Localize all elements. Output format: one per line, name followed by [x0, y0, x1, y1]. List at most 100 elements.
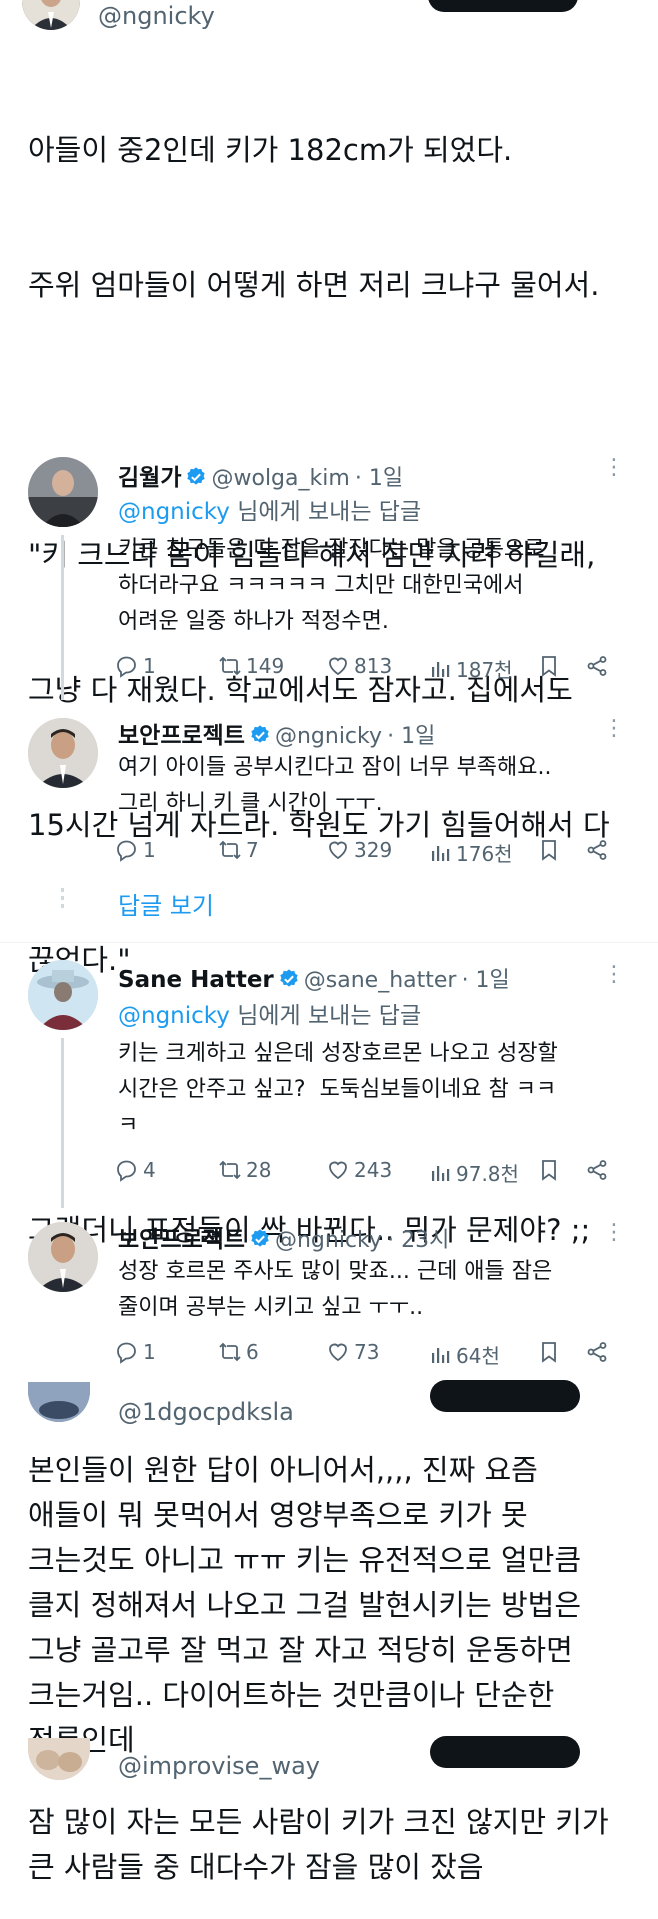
- reply-4-time[interactable]: · 23시: [387, 1228, 449, 1253]
- reply-2-handle[interactable]: @ngnicky: [275, 724, 382, 749]
- heart-icon: [329, 1343, 347, 1362]
- bookmark-icon[interactable]: [537, 838, 561, 862]
- reply-3-time[interactable]: · 1일: [462, 968, 510, 993]
- reply-4-handle[interactable]: @ngnicky: [275, 1228, 382, 1253]
- follow-button[interactable]: [430, 1736, 580, 1768]
- reply-2-header: 보안프로젝트 @ngnicky · 1일: [118, 716, 435, 750]
- views-count: 97.8천: [456, 1162, 519, 1186]
- verified-badge-icon: [251, 1229, 269, 1247]
- like-count: 329: [354, 838, 393, 862]
- more-icon[interactable]: ⋮: [603, 716, 626, 741]
- more-icon[interactable]: ⋮: [603, 1220, 626, 1245]
- verified-badge-icon: [187, 467, 206, 485]
- avatar-reply-1[interactable]: [28, 457, 98, 527]
- divider: [0, 942, 658, 943]
- reply-1-time[interactable]: · 1일: [355, 466, 403, 491]
- reply-to-suffix: 님에게 보내는 답글: [229, 1003, 422, 1029]
- comment-icon: [117, 656, 136, 678]
- comment-icon: [117, 1160, 136, 1182]
- like-count: 73: [354, 1340, 380, 1364]
- share-icon[interactable]: [585, 1340, 609, 1364]
- reply-2-body: 여기 아이들 공부시킨다고 잠이 너무 부족해요.. 그리 하니 키 클 시간이…: [118, 755, 552, 816]
- thread-line: [61, 1038, 64, 1208]
- reply-1-handle[interactable]: @wolga_kim: [211, 466, 349, 491]
- top-post-line: 아들이 중2인데 키가 182cm가 되었다.: [28, 133, 513, 167]
- like-count: 243: [354, 1158, 393, 1182]
- views-count: 187천: [456, 658, 513, 682]
- comment-button[interactable]: 1: [115, 654, 156, 678]
- share-icon[interactable]: [585, 838, 609, 862]
- reply-4-header: 보안프로젝트 @ngnicky · 23시: [118, 1220, 449, 1254]
- retweet-count: 149: [246, 654, 285, 678]
- top-post-line: 주위 엄마들이 어떻게 하면 저리 크냐구 물어서.: [28, 268, 600, 302]
- top-post-line: [28, 398, 638, 443]
- reply-1-header: 김월가 @wolga_kim · 1일: [118, 458, 403, 492]
- top-post-handle[interactable]: @ngnicky: [98, 2, 215, 30]
- thread-line: [61, 535, 64, 700]
- avatar-reply-3[interactable]: [28, 960, 98, 1030]
- avatar-post-3[interactable]: [28, 1738, 90, 1780]
- avatar-reply-4[interactable]: [28, 1222, 98, 1292]
- follow-button[interactable]: [428, 0, 578, 12]
- views-button[interactable]: 176천: [428, 838, 513, 867]
- comment-count: 1: [143, 654, 156, 678]
- views-button[interactable]: 64천: [428, 1340, 500, 1369]
- comment-button[interactable]: 1: [115, 1340, 156, 1364]
- like-button[interactable]: 813: [326, 654, 392, 678]
- reply-4-name[interactable]: 보안프로젝트: [118, 1227, 245, 1253]
- views-count: 64천: [456, 1344, 500, 1368]
- retweet-button[interactable]: 6: [218, 1340, 259, 1364]
- avatar-post-2[interactable]: [28, 1382, 90, 1422]
- heart-icon: [329, 657, 347, 676]
- views-icon: [432, 845, 450, 861]
- bookmark-icon[interactable]: [537, 1340, 561, 1364]
- retweet-count: 7: [246, 838, 259, 862]
- reply-to-suffix: 님에게 보내는 답글: [229, 499, 422, 525]
- post-2-text: 본인들이 원한 답이 아니어서,,,, 진짜 요즘 애들이 뭐 못먹어서 영양부…: [28, 1453, 582, 1757]
- like-button[interactable]: 329: [326, 838, 392, 862]
- more-icon[interactable]: ⋮: [603, 455, 626, 480]
- comment-count: 4: [143, 1158, 156, 1182]
- views-button[interactable]: 97.8천: [428, 1158, 519, 1187]
- share-icon[interactable]: [585, 1158, 609, 1182]
- retweet-icon: [219, 656, 241, 676]
- post-2-handle[interactable]: @1dgocpdksla: [118, 1398, 294, 1426]
- comment-icon: [117, 1342, 136, 1364]
- post-3-text: 잠 많이 자는 모든 사람이 키가 크진 않지만 키가 큰 사람들 중 대다수가…: [28, 1805, 609, 1884]
- views-button[interactable]: 187천: [428, 654, 513, 683]
- like-button[interactable]: 73: [326, 1340, 379, 1364]
- retweet-button[interactable]: 28: [218, 1158, 271, 1182]
- reply-2-time[interactable]: · 1일: [387, 724, 435, 749]
- reply-1-reply-to: @ngnicky 님에게 보내는 답글: [118, 492, 421, 526]
- reply-1-name[interactable]: 김월가: [118, 465, 181, 491]
- post-3-handle[interactable]: @improvise_way: [118, 1752, 320, 1780]
- follow-button[interactable]: [430, 1380, 580, 1412]
- retweet-icon: [219, 1160, 241, 1180]
- reply-1-body: 키큰 친구들은 다 잠을 잘잤다는 말을 공통으로 하더라구요 ㅋㅋㅋㅋㅋ 그치…: [118, 537, 545, 634]
- bookmark-icon[interactable]: [537, 1158, 561, 1182]
- share-icon[interactable]: [585, 654, 609, 678]
- heart-icon: [329, 1161, 347, 1180]
- comment-icon: [117, 840, 136, 862]
- more-icon[interactable]: ⋮: [603, 962, 626, 987]
- views-count: 176천: [456, 842, 513, 866]
- reply-1-mention[interactable]: @ngnicky: [118, 499, 230, 525]
- reply-2-name[interactable]: 보안프로젝트: [118, 723, 245, 749]
- verified-badge-icon: [280, 969, 298, 987]
- reply-3-name[interactable]: Sane Hatter: [118, 967, 274, 993]
- retweet-button[interactable]: 7: [218, 838, 259, 862]
- avatar-reply-2[interactable]: [28, 718, 98, 788]
- reply-3-mention[interactable]: @ngnicky: [118, 1003, 230, 1029]
- avatar-top-post[interactable]: [22, 0, 80, 30]
- views-icon: [432, 661, 450, 677]
- comment-button[interactable]: 1: [115, 838, 156, 862]
- retweet-button[interactable]: 149: [218, 654, 284, 678]
- show-replies-link[interactable]: 답글 보기: [118, 886, 214, 921]
- bookmark-icon[interactable]: [537, 654, 561, 678]
- like-button[interactable]: 243: [326, 1158, 392, 1182]
- comment-button[interactable]: 4: [115, 1158, 156, 1182]
- views-icon: [432, 1347, 450, 1363]
- thread-line: [61, 888, 64, 912]
- reply-3-handle[interactable]: @sane_hatter: [304, 968, 457, 993]
- reply-3-header: Sane Hatter @sane_hatter · 1일: [118, 962, 510, 994]
